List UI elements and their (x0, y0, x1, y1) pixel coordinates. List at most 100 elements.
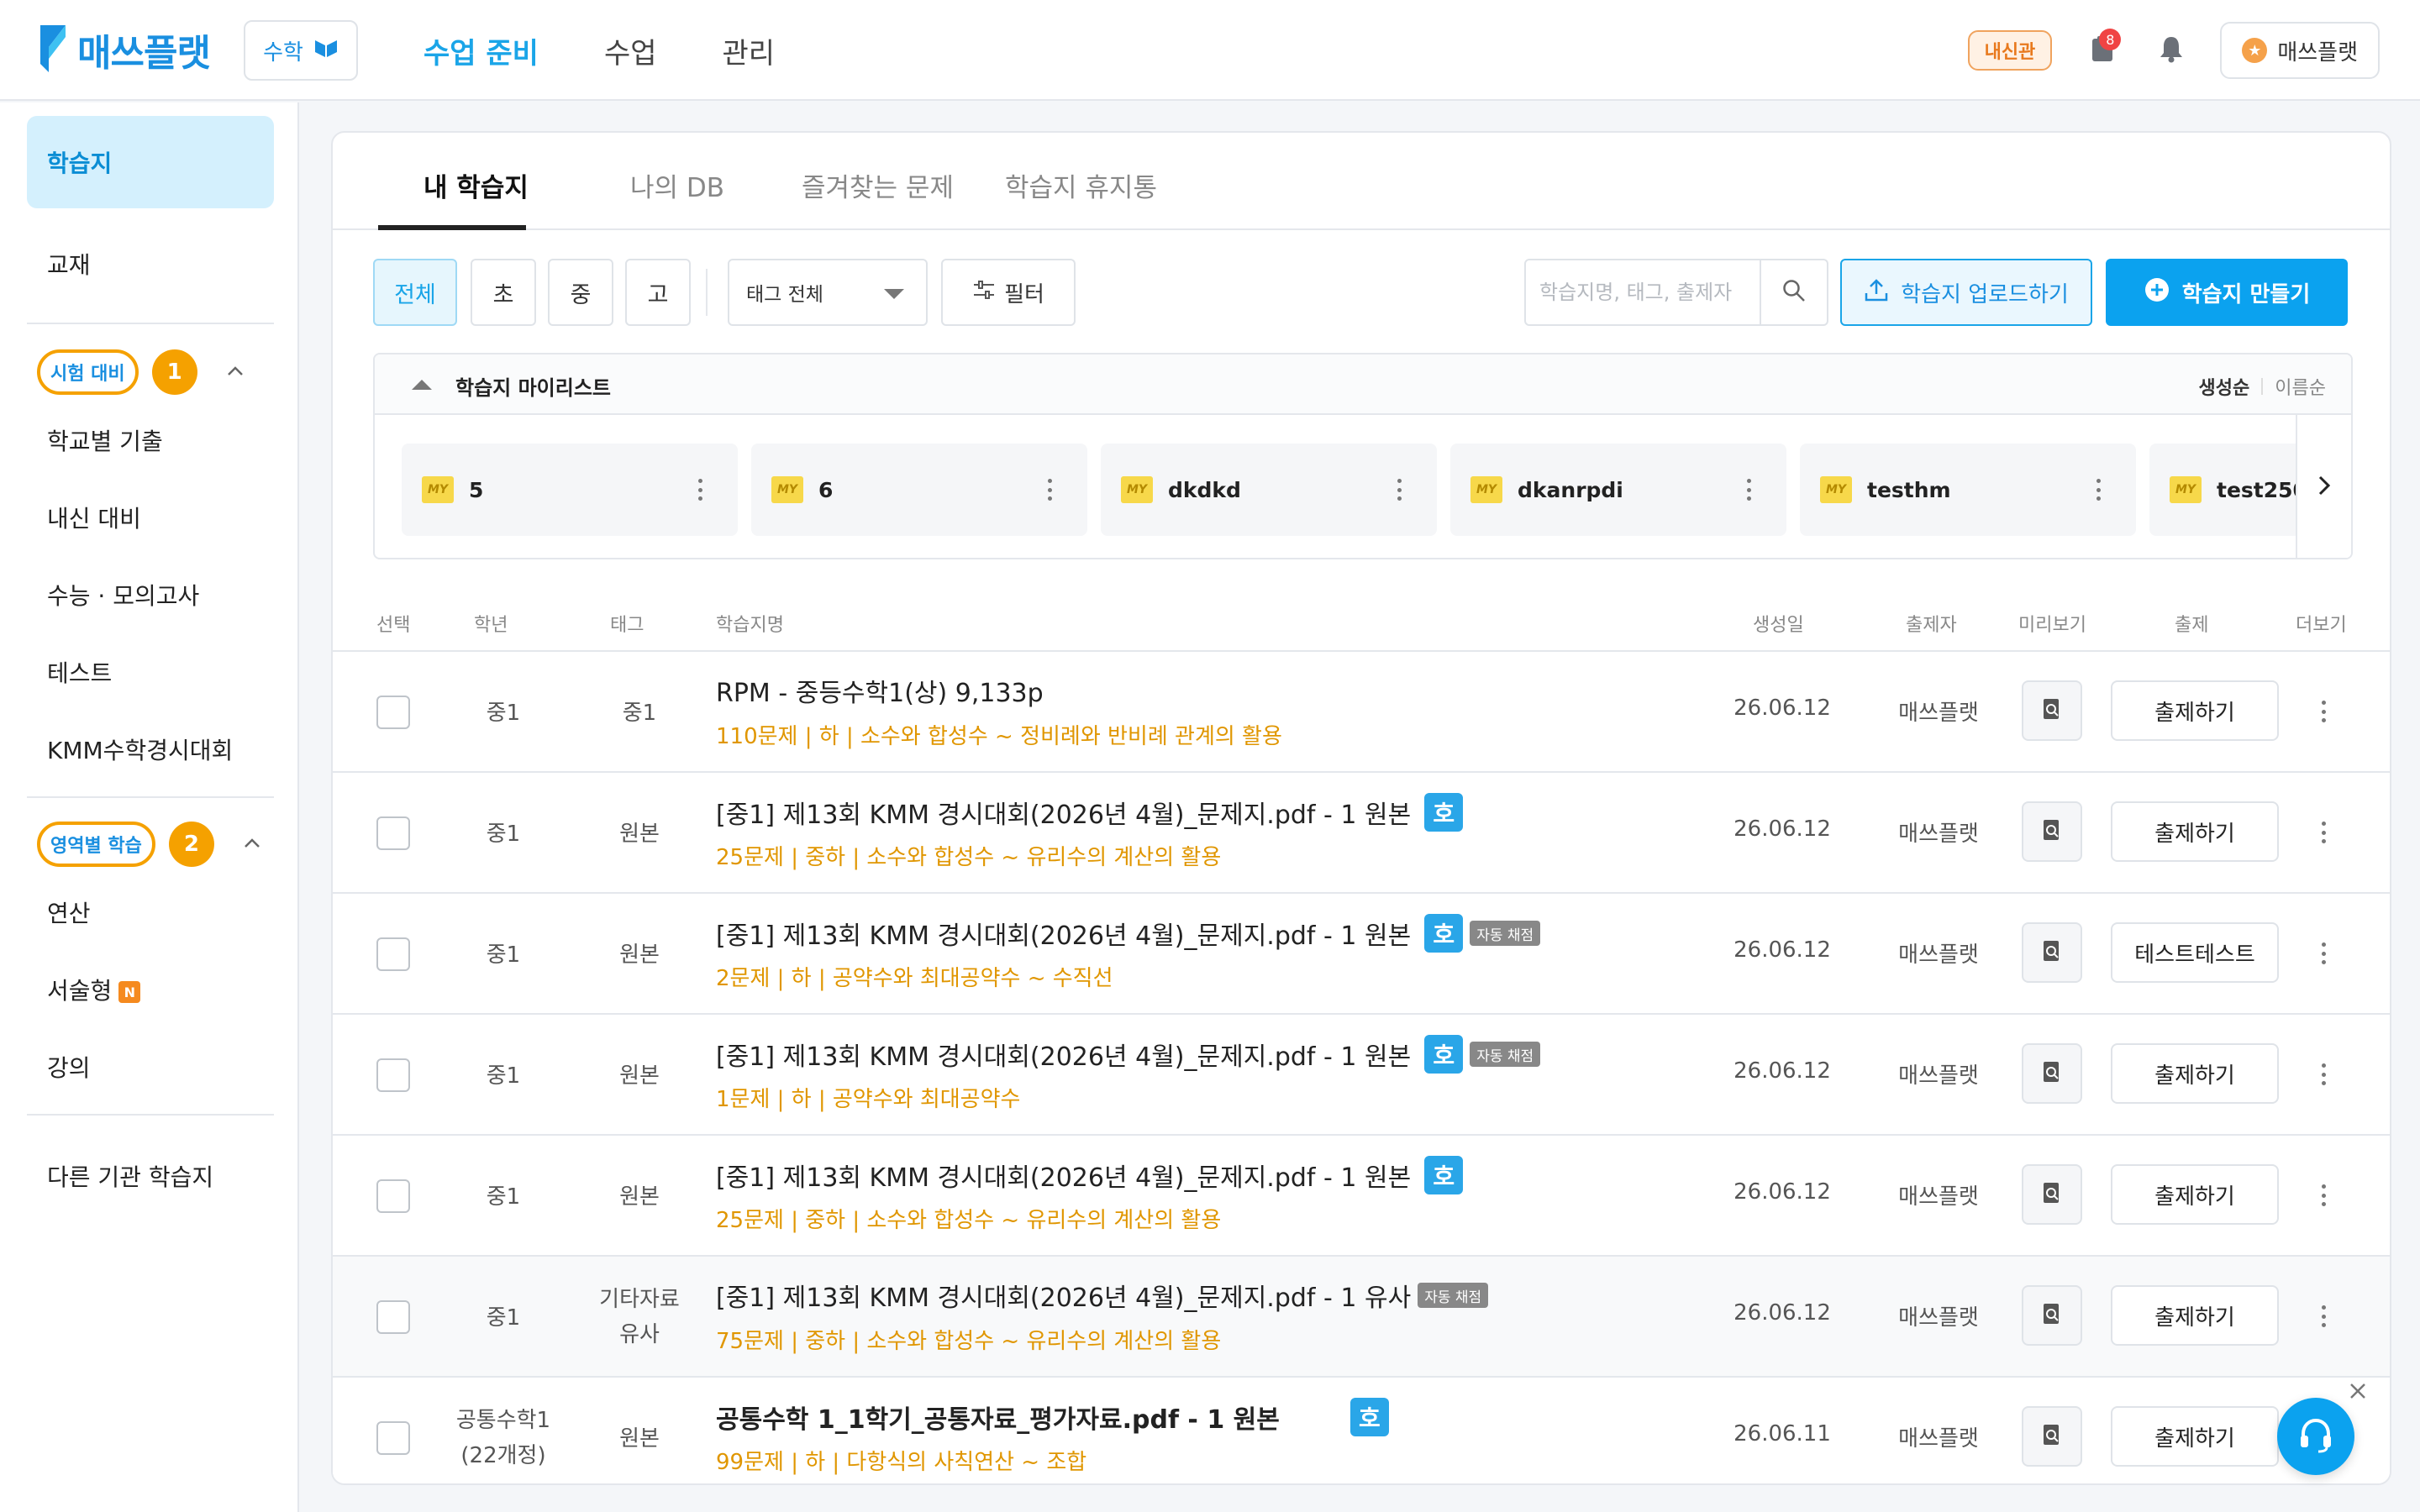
tag-select[interactable]: 태그 전체 (728, 259, 928, 326)
sidebar-item-other-org[interactable]: 다른 기관 학습지 (47, 1159, 213, 1193)
sidebar-item-lecture[interactable]: 강의 (47, 1050, 91, 1084)
mylist-card[interactable]: MY testhm (1800, 444, 2136, 536)
tab-favorites[interactable]: 즐겨찾는 문제 (802, 166, 954, 204)
more-vertical-icon[interactable] (2321, 701, 2326, 722)
level-all-button[interactable]: 전체 (373, 259, 457, 326)
more-vertical-icon[interactable] (1746, 479, 1751, 501)
tab-my-worksheets[interactable]: 내 학습지 (424, 166, 529, 204)
more-vertical-icon[interactable] (2321, 1184, 2326, 1206)
sidebar-item-worksheet[interactable]: 학습지 (27, 116, 274, 208)
inbox-button[interactable]: 8 (2082, 29, 2123, 71)
assign-button[interactable]: 출제하기 (2111, 680, 2279, 741)
mylist-header[interactable]: 학습지 마이리스트 생성순 이름순 (375, 354, 2351, 415)
row-checkbox[interactable] (376, 937, 410, 971)
mylist-card[interactable]: MY 6 (751, 444, 1087, 536)
more-vertical-icon[interactable] (2321, 1305, 2326, 1327)
collapse-caret-icon[interactable] (412, 380, 432, 390)
row-title[interactable]: RPM - 중등수학1(상) 9,133p (716, 672, 1044, 709)
naesin-badge[interactable]: 내신관 (1967, 30, 2053, 71)
mylist-card[interactable]: MY dkanrpdi (1450, 444, 1786, 536)
preview-button[interactable] (2022, 1164, 2082, 1225)
level-middle-button[interactable]: 중 (548, 259, 613, 326)
chevron-up-icon[interactable] (243, 837, 261, 853)
help-chat-button[interactable] (2277, 1398, 2354, 1475)
table-row[interactable]: 중1 원본 [중1] 제13회 KMM 경시대회(2026년 4월)_문제지.p… (333, 773, 2390, 894)
filter-button[interactable]: 필터 (941, 259, 1076, 326)
nav-class-prep[interactable]: 수업 준비 (424, 30, 539, 71)
row-checkbox[interactable] (376, 1421, 410, 1455)
notification-button[interactable] (2151, 30, 2191, 71)
row-checkbox[interactable] (376, 696, 410, 729)
more-vertical-icon[interactable] (697, 479, 702, 501)
nav-manage[interactable]: 관리 (723, 30, 776, 71)
assign-button[interactable]: 출제하기 (2111, 1406, 2279, 1467)
preview-button[interactable] (2022, 680, 2082, 741)
row-author: 매쓰플랫 (1898, 701, 1979, 726)
upload-icon (1864, 277, 1889, 308)
tab-my-db[interactable]: 나의 DB (630, 166, 724, 204)
more-vertical-icon[interactable] (2321, 1063, 2326, 1085)
sidebar-item-school-exams[interactable]: 학교별 기출 (47, 423, 163, 457)
table-row[interactable]: 중1 원본 [중1] 제13회 KMM 경시대회(2026년 4월)_문제지.p… (333, 894, 2390, 1015)
table-row[interactable]: 공통수학1 (22개정) 원본 공통수학 1_1학기_공통자료_평가자료.pdf … (333, 1378, 2390, 1483)
assign-button[interactable]: 출제하기 (2111, 801, 2279, 862)
row-checkbox[interactable] (376, 1300, 410, 1334)
nav-class[interactable]: 수업 (604, 30, 657, 71)
user-menu-button[interactable]: ★ 매쓰플랫 (2220, 22, 2380, 79)
table-row[interactable]: 중1 기타자료 유사 [중1] 제13회 KMM 경시대회(2026년 4월)_문… (333, 1257, 2390, 1378)
preview-button[interactable] (2022, 1043, 2082, 1104)
more-vertical-icon[interactable] (1047, 479, 1052, 501)
create-worksheet-button[interactable]: 학습지 만들기 (2106, 259, 2348, 326)
sidebar-item-descriptive[interactable]: 서술형 N (47, 973, 141, 1006)
sidebar-section-domain[interactable]: 영역별 학습 2 (37, 822, 261, 867)
chevron-up-icon[interactable] (226, 365, 245, 381)
subject-selector[interactable]: 수학 (244, 20, 358, 81)
row-title[interactable]: 공통수학 1_1학기_공통자료_평가자료.pdf - 1 원본 호 (716, 1398, 1389, 1436)
table-row[interactable]: 중1 중1 RPM - 중등수학1(상) 9,133p 110문제 | 하 | … (333, 652, 2390, 773)
app-logo[interactable]: 매쓰플랫 (37, 22, 211, 77)
assign-button[interactable]: 출제하기 (2111, 1285, 2279, 1346)
sort-by-name[interactable]: 이름순 (2275, 373, 2326, 400)
row-checkbox[interactable] (376, 1179, 410, 1213)
sidebar-item-kmm[interactable]: KMM수학경시대회 (47, 732, 233, 766)
col-title: 학습지명 (716, 615, 784, 636)
sidebar-item-textbook[interactable]: 교재 (47, 247, 91, 281)
row-checkbox[interactable] (376, 816, 410, 850)
row-title[interactable]: [중1] 제13회 KMM 경시대회(2026년 4월)_문제지.pdf - 1… (716, 793, 1464, 832)
preview-button[interactable] (2022, 1406, 2082, 1467)
preview-button[interactable] (2022, 801, 2082, 862)
more-vertical-icon[interactable] (2321, 822, 2326, 843)
more-vertical-icon[interactable] (2321, 942, 2326, 964)
more-vertical-icon[interactable] (1397, 479, 1402, 501)
sidebar-item-suneung[interactable]: 수능 · 모의고사 (47, 578, 199, 612)
mylist-next-button[interactable] (2296, 415, 2351, 558)
mylist-card[interactable]: MY 5 (402, 444, 738, 536)
assign-button[interactable]: 출제하기 (2111, 1043, 2279, 1104)
more-vertical-icon[interactable] (2096, 479, 2101, 501)
plus-circle-icon (2144, 276, 2170, 309)
row-title[interactable]: [중1] 제13회 KMM 경시대회(2026년 4월)_문제지.pdf - 1… (716, 914, 1541, 953)
preview-button[interactable] (2022, 1285, 2082, 1346)
assign-button[interactable]: 테스트테스트 (2111, 922, 2279, 983)
upload-worksheet-button[interactable]: 학습지 업로드하기 (1840, 259, 2092, 326)
search-input[interactable] (1526, 260, 1770, 324)
preview-button[interactable] (2022, 922, 2082, 983)
sort-by-created[interactable]: 생성순 (2199, 373, 2250, 400)
tab-trash[interactable]: 학습지 휴지통 (1005, 166, 1157, 204)
table-row[interactable]: 중1 원본 [중1] 제13회 KMM 경시대회(2026년 4월)_문제지.p… (333, 1136, 2390, 1257)
level-elementary-button[interactable]: 초 (471, 259, 536, 326)
table-row[interactable]: 중1 원본 [중1] 제13회 KMM 경시대회(2026년 4월)_문제지.p… (333, 1015, 2390, 1136)
sidebar-section-exam[interactable]: 시험 대비 1 (37, 349, 245, 395)
row-title[interactable]: [중1] 제13회 KMM 경시대회(2026년 4월)_문제지.pdf - 1… (716, 1156, 1464, 1194)
assign-button[interactable]: 출제하기 (2111, 1164, 2279, 1225)
row-checkbox[interactable] (376, 1058, 410, 1092)
sidebar-item-naesin[interactable]: 내신 대비 (47, 501, 141, 534)
search-button[interactable] (1760, 260, 1827, 324)
sidebar-item-test[interactable]: 테스트 (47, 655, 112, 689)
sidebar-item-arithmetic[interactable]: 연산 (47, 895, 91, 929)
close-icon[interactable] (2344, 1378, 2371, 1404)
row-title[interactable]: [중1] 제13회 KMM 경시대회(2026년 4월)_문제지.pdf - 1… (716, 1035, 1541, 1074)
row-title[interactable]: [중1] 제13회 KMM 경시대회(2026년 4월)_문제지.pdf - 1… (716, 1277, 1489, 1314)
level-high-button[interactable]: 고 (625, 259, 691, 326)
mylist-card[interactable]: MY dkdkd (1101, 444, 1437, 536)
